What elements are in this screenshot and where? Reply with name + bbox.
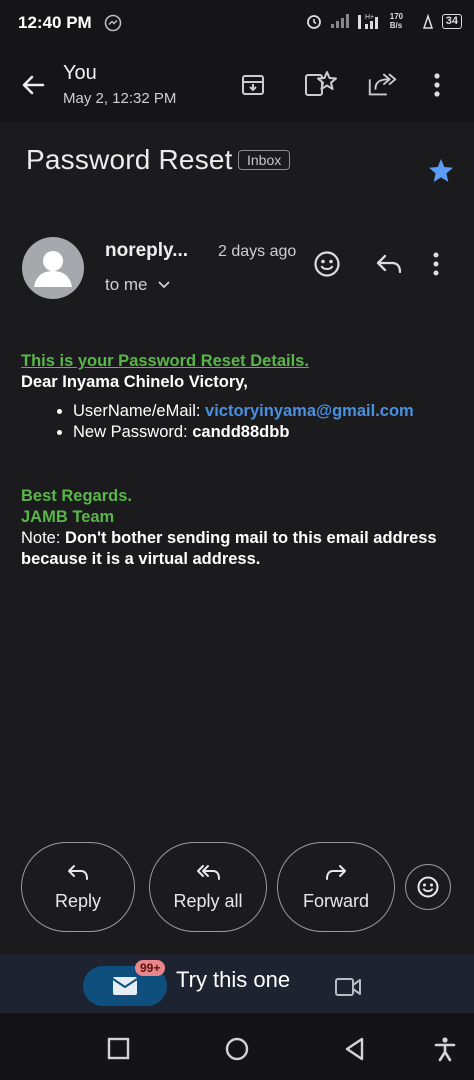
reply-icon: [376, 254, 402, 274]
archive-icon: [242, 75, 264, 95]
username-email-link[interactable]: victoryinyama@gmail.com: [205, 402, 414, 420]
recipient-details-toggle[interactable]: to me: [105, 275, 170, 295]
signal-icon: [330, 13, 350, 29]
email-body: This is your Password Reset Details. Dea…: [21, 351, 461, 570]
status-icons: H+ 170 B/s 34: [305, 12, 462, 30]
status-time: 12:40 PM: [18, 13, 92, 32]
sender-avatar[interactable]: [22, 237, 84, 299]
forward-icon: [326, 864, 346, 880]
signal-h-plus-icon: H+: [357, 12, 383, 30]
email-greeting: Dear Inyama Chinelo Victory,: [21, 373, 248, 391]
emoji-react-button[interactable]: [405, 864, 451, 910]
forward-button[interactable]: Forward: [277, 842, 395, 932]
triangle-back-icon: [345, 1037, 364, 1061]
reply-icon: [68, 864, 88, 880]
note-text: Don't bother sending mail to this email …: [21, 529, 437, 568]
recents-button[interactable]: [106, 1036, 132, 1062]
battery-indicator: 34: [441, 13, 462, 29]
more-vert-icon: [434, 73, 440, 97]
reply-all-icon: [197, 864, 220, 880]
mail-icon: [112, 977, 138, 995]
add-to-tasks-icon: [305, 71, 337, 96]
forward-label: Forward: [302, 890, 369, 911]
received-time: 2 days ago: [218, 243, 297, 260]
alarm-icon: [305, 12, 323, 30]
home-button[interactable]: [224, 1036, 250, 1062]
password-item: New Password: candd88dbb: [73, 422, 461, 443]
back-button[interactable]: [16, 68, 50, 102]
move-button[interactable]: [366, 68, 400, 102]
unread-count-badge: 99+: [135, 960, 166, 976]
accessibility-icon: [434, 1037, 456, 1062]
reply-quick-button[interactable]: [371, 246, 407, 282]
inbox-label[interactable]: Inbox: [238, 150, 291, 170]
note-label: Note:: [21, 529, 66, 547]
emoji-icon: [314, 251, 340, 277]
recipient-label: to me: [105, 275, 148, 294]
password-value: candd88dbb: [192, 423, 290, 441]
star-button[interactable]: [426, 156, 458, 188]
circle-icon: [225, 1037, 249, 1061]
snooze-star-button[interactable]: [303, 68, 337, 102]
note-paragraph: Note: Don't bother sending mail to this …: [21, 528, 461, 570]
regards-text: Best Regards.: [21, 487, 132, 505]
video-camera-icon: [335, 978, 361, 996]
system-back-button[interactable]: [342, 1036, 368, 1062]
app-bar: You May 2, 12:32 PM: [0, 46, 474, 122]
chevron-down-icon: [157, 281, 170, 289]
reply-label: Reply: [54, 890, 102, 911]
archive-button[interactable]: [236, 68, 270, 102]
thread-date: May 2, 12:32 PM: [63, 90, 177, 107]
back-arrow-icon: [22, 75, 45, 95]
square-icon: [107, 1037, 130, 1060]
meet-tab[interactable]: [334, 976, 362, 998]
password-label: New Password:: [73, 423, 193, 441]
reply-all-button[interactable]: Reply all: [149, 842, 267, 932]
emoji-icon: [417, 876, 439, 898]
bug-icon: [421, 13, 435, 29]
accessibility-button[interactable]: [432, 1036, 458, 1062]
sender-name[interactable]: noreply...: [105, 240, 188, 262]
credentials-list: UserName/eMail: victoryinyama@gmail.com …: [21, 401, 461, 443]
react-emoji-button[interactable]: [309, 246, 345, 282]
network-speed: 170 B/s: [389, 12, 404, 30]
thread-title: You: [63, 62, 97, 84]
messenger-icon: [104, 14, 122, 32]
more-vert-icon: [433, 252, 439, 276]
email-heading: This is your Password Reset Details.: [21, 352, 309, 370]
svg-text:H+: H+: [365, 14, 374, 21]
message-more-button[interactable]: [426, 246, 446, 282]
move-to-icon: [368, 73, 397, 96]
star-icon: [429, 159, 453, 182]
email-subject: Password Reset: [26, 144, 233, 175]
meet-tab-text: Try this one: [176, 967, 291, 992]
team-text: JAMB Team: [21, 508, 115, 526]
username-item: UserName/eMail: victoryinyama@gmail.com: [73, 401, 461, 422]
reply-all-label: Reply all: [173, 890, 243, 911]
username-label: UserName/eMail:: [73, 402, 206, 420]
more-options-button[interactable]: [427, 68, 447, 102]
status-bar: 12:40 PM H+ 170 B/s 34: [0, 0, 474, 46]
person-icon: [34, 251, 72, 287]
reply-button[interactable]: Reply: [21, 842, 135, 932]
